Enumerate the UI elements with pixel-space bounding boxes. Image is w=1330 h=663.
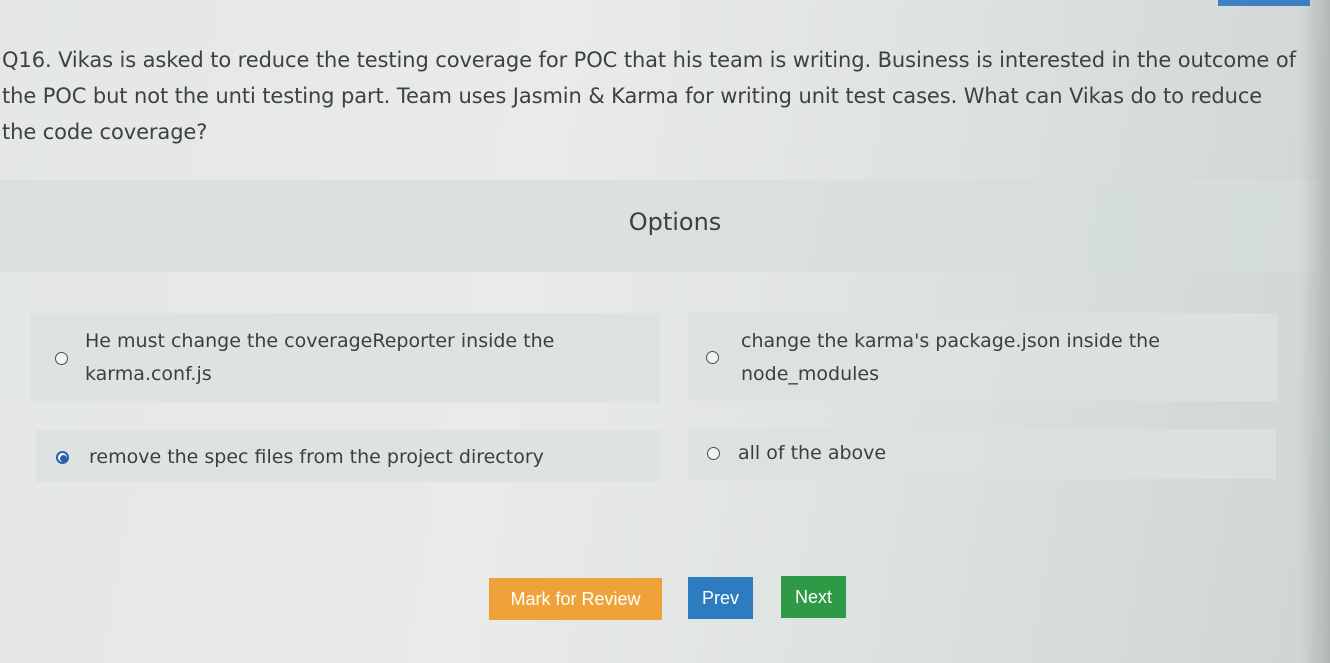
option-2-line-2: node_modules: [741, 363, 880, 385]
options-title: Options: [628, 208, 722, 236]
option-1-line-2: karma.conf.js: [85, 363, 212, 385]
next-button[interactable]: Next: [781, 576, 846, 618]
option-2-radio[interactable]: [706, 351, 719, 364]
option-3[interactable]: remove the spec files from the project d…: [36, 430, 660, 482]
prev-button[interactable]: Prev: [688, 577, 753, 619]
option-2-label: change the karma's package.json inside t…: [741, 325, 1160, 391]
option-1-label: He must change the coverageReporter insi…: [85, 325, 554, 391]
option-2[interactable]: change the karma's package.json inside t…: [688, 313, 1278, 401]
top-accent-bar: [1218, 0, 1310, 6]
question-text: Q16. Vikas is asked to reduce the testin…: [2, 42, 1312, 150]
mark-for-review-button[interactable]: Mark for Review: [489, 578, 662, 620]
question-line-2: the POC but not the unti testing part. T…: [2, 84, 1263, 108]
option-4-label: all of the above: [738, 442, 887, 464]
option-2-line-1: change the karma's package.json inside t…: [741, 330, 1160, 352]
option-1-line-1: He must change the coverageReporter insi…: [85, 330, 555, 352]
screen-edge-shadow: [1300, 0, 1330, 663]
option-3-radio-selected[interactable]: [56, 451, 69, 464]
question-line-1: Q16. Vikas is asked to reduce the testin…: [2, 48, 1296, 72]
option-4[interactable]: all of the above: [688, 429, 1276, 479]
option-4-radio[interactable]: [707, 447, 720, 460]
option-1-radio[interactable]: [55, 352, 68, 365]
question-line-3: the code coverage?: [2, 120, 208, 144]
option-3-label: remove the spec files from the project d…: [89, 446, 544, 468]
option-1[interactable]: He must change the coverageReporter insi…: [30, 313, 660, 403]
